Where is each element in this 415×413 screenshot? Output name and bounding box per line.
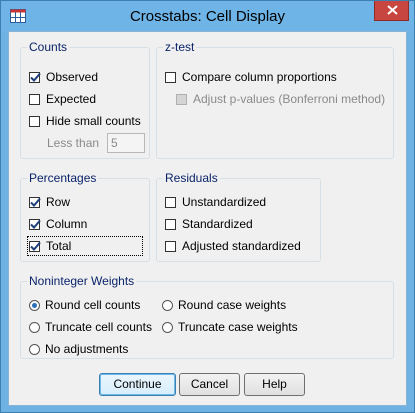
- close-icon: [387, 5, 398, 15]
- counts-group-title: Counts: [27, 40, 70, 54]
- checkmark-icon: [30, 219, 41, 229]
- ztest-group-title: z-test: [163, 40, 197, 54]
- truncate-case-weights-radio[interactable]: [162, 321, 173, 333]
- column-checkbox[interactable]: [29, 218, 41, 230]
- truncate-cell-counts-radio[interactable]: [29, 321, 40, 333]
- truncate-case-weights-label: Truncate case weights: [178, 320, 298, 334]
- no-adjustments-radio[interactable]: [29, 343, 40, 355]
- percentages-group: Percentages Row Column Total: [20, 171, 150, 262]
- compare-column-proportions-checkbox[interactable]: [165, 71, 176, 83]
- noninteger-weights-group-title: Noninteger Weights: [27, 274, 137, 288]
- window-title: Crosstabs: Cell Display: [129, 8, 286, 25]
- help-button[interactable]: Help: [244, 373, 305, 396]
- checkmark-icon: [30, 241, 41, 251]
- unstandardized-checkbox[interactable]: [165, 196, 176, 208]
- checkmark-icon: [30, 72, 41, 82]
- less-than-label: Less than: [47, 136, 100, 150]
- round-case-weights-radio[interactable]: [162, 299, 173, 311]
- truncate-cell-counts-label: Truncate cell counts: [45, 320, 152, 334]
- percentages-group-title: Percentages: [27, 171, 99, 185]
- standardized-checkbox[interactable]: [165, 218, 176, 230]
- residuals-group-title: Residuals: [163, 171, 220, 185]
- no-adjustments-label: No adjustments: [45, 342, 129, 356]
- adjusted-standardized-checkbox[interactable]: [165, 240, 176, 252]
- dialog-window: Crosstabs: Cell Display Counts Observed …: [0, 0, 415, 413]
- title-bar[interactable]: Crosstabs: Cell Display: [1, 1, 414, 31]
- adjust-p-values-row: Adjust p-values (Bonferroni method): [176, 90, 385, 108]
- column-label: Column: [46, 217, 88, 231]
- adjust-p-values-label: Adjust p-values (Bonferroni method): [193, 92, 386, 106]
- row-checkbox[interactable]: [29, 196, 41, 208]
- total-checkbox-row[interactable]: Total: [27, 236, 143, 256]
- compare-column-proportions-label: Compare column proportions: [182, 70, 337, 84]
- hide-small-counts-checkbox[interactable]: [29, 115, 40, 127]
- standardized-label: Standardized: [182, 217, 253, 231]
- dialog-content: Counts Observed Expected Hide small coun…: [8, 31, 407, 406]
- adjusted-standardized-label: Adjusted standardized: [182, 239, 301, 253]
- round-case-weights-radio-row[interactable]: Round case weights: [162, 296, 286, 314]
- adjusted-standardized-checkbox-row[interactable]: Adjusted standardized: [165, 237, 301, 255]
- less-than-input[interactable]: 5: [107, 133, 145, 153]
- adjust-p-values-checkbox: [176, 93, 187, 105]
- unstandardized-checkbox-row[interactable]: Unstandardized: [165, 193, 266, 211]
- continue-button[interactable]: Continue: [99, 373, 176, 396]
- hide-small-counts-label: Hide small counts: [46, 114, 141, 128]
- observed-checkbox-row[interactable]: Observed: [29, 68, 98, 86]
- standardized-checkbox-row[interactable]: Standardized: [165, 215, 253, 233]
- round-cell-counts-radio[interactable]: [29, 299, 40, 311]
- round-case-weights-label: Round case weights: [178, 298, 287, 312]
- round-cell-counts-radio-row[interactable]: Round cell counts: [29, 296, 140, 314]
- observed-label: Observed: [46, 70, 99, 84]
- hide-small-counts-checkbox-row[interactable]: Hide small counts: [29, 112, 141, 130]
- cancel-button[interactable]: Cancel: [179, 373, 240, 396]
- noninteger-weights-group: Noninteger Weights Round cell counts Rou…: [20, 274, 394, 359]
- round-cell-counts-label: Round cell counts: [45, 298, 141, 312]
- residuals-group: Residuals Unstandardized Standardized Ad…: [156, 171, 321, 262]
- observed-checkbox[interactable]: [29, 71, 41, 83]
- compare-column-proportions-row[interactable]: Compare column proportions: [165, 68, 337, 86]
- row-checkbox-row[interactable]: Row: [29, 193, 70, 211]
- total-label: Total: [46, 239, 72, 253]
- expected-label: Expected: [46, 92, 97, 106]
- column-checkbox-row[interactable]: Column: [29, 215, 87, 233]
- truncate-case-weights-radio-row[interactable]: Truncate case weights: [162, 318, 298, 336]
- row-label: Row: [46, 195, 71, 209]
- expected-checkbox[interactable]: [29, 93, 40, 105]
- total-checkbox[interactable]: [29, 240, 41, 252]
- no-adjustments-radio-row[interactable]: No adjustments: [29, 340, 128, 358]
- checkmark-icon: [30, 197, 41, 207]
- expected-checkbox-row[interactable]: Expected: [29, 90, 96, 108]
- close-button[interactable]: [374, 1, 409, 21]
- truncate-cell-counts-radio-row[interactable]: Truncate cell counts: [29, 318, 152, 336]
- ztest-group: z-test Compare column proportions Adjust…: [156, 40, 394, 159]
- counts-group: Counts Observed Expected Hide small coun…: [20, 40, 150, 159]
- unstandardized-label: Unstandardized: [182, 195, 267, 209]
